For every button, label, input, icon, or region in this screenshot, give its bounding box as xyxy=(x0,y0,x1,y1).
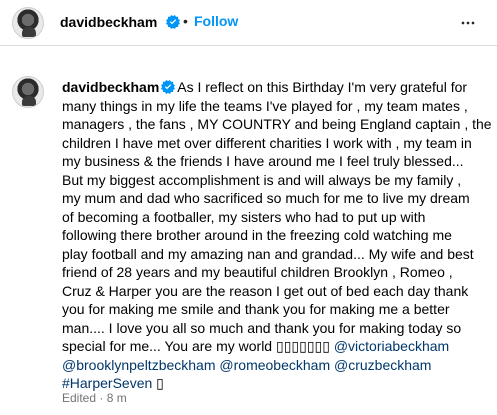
header-separator: • xyxy=(183,13,188,29)
caption-line: Cruz & Harper you are the reason I get o… xyxy=(62,282,469,299)
caption-line: many things in my life the teams I've pl… xyxy=(62,97,468,114)
caption-line: children I have met over different chari… xyxy=(62,134,472,151)
meta-separator: · xyxy=(99,391,104,405)
caption-username[interactable]: davidbeckham xyxy=(62,79,159,95)
avatar[interactable] xyxy=(12,7,44,39)
verified-badge-icon xyxy=(166,15,180,29)
post-meta: Edited · 8 m xyxy=(62,391,127,405)
mention-link[interactable]: @brooklynpeltzbeckham xyxy=(62,357,216,373)
caption-text: special for me... You are my world xyxy=(62,338,276,354)
caption-line: my business & the friends I have around … xyxy=(62,153,464,169)
caption-line: managers , the fans , MY COUNTRY and bei… xyxy=(62,116,492,132)
emoji-run: ▯▯▯▯▯▯▯ xyxy=(276,338,330,354)
caption-line: friend of 28 years and my beautiful chil… xyxy=(62,264,453,280)
caption-line: special for me... You are my world ▯▯▯▯▯… xyxy=(62,337,484,356)
caption-line: #HarperSeven ▯ xyxy=(62,374,484,393)
more-horizontal-icon[interactable] xyxy=(458,13,478,33)
mention-link[interactable]: @romeobeckham xyxy=(219,357,330,373)
caption-line: davidbeckham As I reflect on this Birthda… xyxy=(62,78,484,97)
trailing-emoji: ▯ xyxy=(156,375,164,391)
caption-line: play football and my amazing nan and gra… xyxy=(62,245,474,262)
caption-line: man.... I love you all so much and thank… xyxy=(62,319,462,336)
verified-badge-icon xyxy=(161,80,176,94)
time-ago[interactable]: 8 m xyxy=(107,391,127,405)
post-caption: davidbeckham As I reflect on this Birthda… xyxy=(62,78,492,393)
follow-button[interactable]: Follow xyxy=(194,13,238,29)
caption-text: As I reflect on this Birthday I'm very g… xyxy=(177,79,468,95)
header-username[interactable]: davidbeckham xyxy=(60,14,157,30)
post-header: davidbeckham • Follow xyxy=(0,0,497,46)
caption-line: following there brother around in the fr… xyxy=(62,227,452,243)
caption-line: you for making me smile and thank you fo… xyxy=(62,301,450,317)
caption-avatar[interactable] xyxy=(12,76,44,108)
caption-line: my mum and dad who sacrificed so much fo… xyxy=(62,190,470,206)
caption-line: @brooklynpeltzbeckham @romeobeckham @cru… xyxy=(62,356,484,375)
caption-line: of becoming a footballer, my sisters who… xyxy=(62,208,426,225)
mention-link[interactable]: @cruzbeckham xyxy=(334,357,431,373)
caption-line: But my biggest accomplishment is and wil… xyxy=(62,171,462,188)
mention-link[interactable]: @victoriabeckham xyxy=(334,338,449,354)
edited-label: Edited xyxy=(62,391,97,405)
hashtag-link[interactable]: #HarperSeven xyxy=(62,375,152,391)
